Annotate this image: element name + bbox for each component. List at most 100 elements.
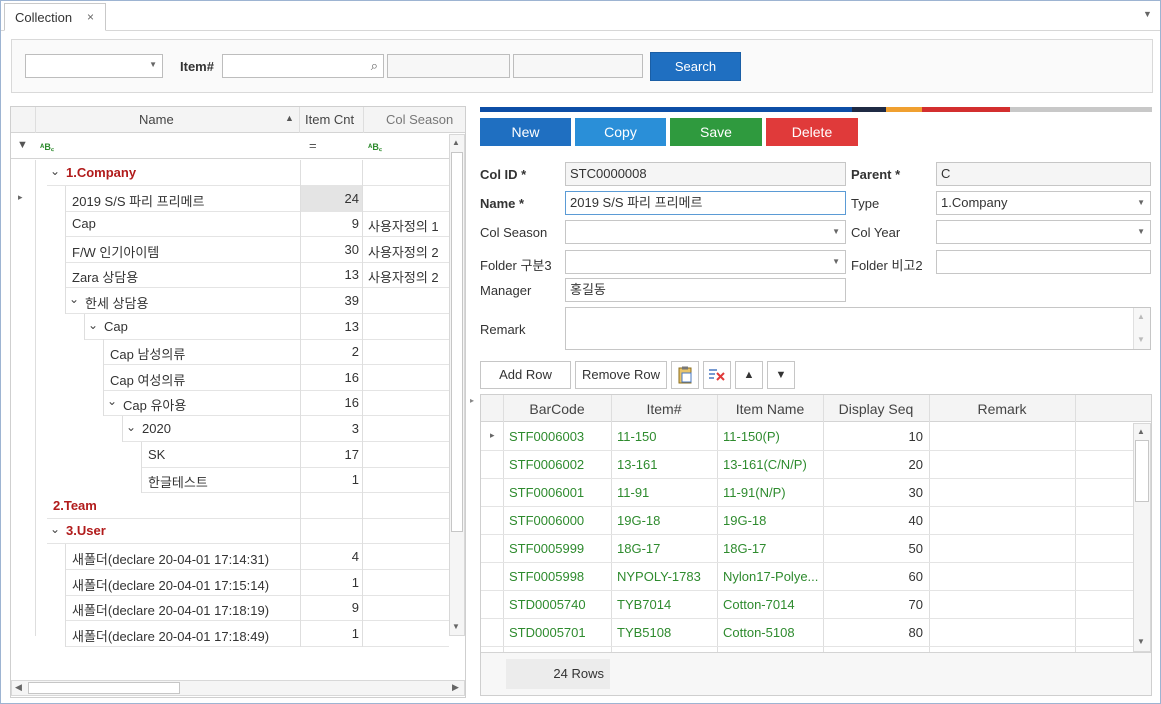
- tree-row-name[interactable]: 2020: [142, 421, 171, 436]
- detail-cell-seq[interactable]: 60: [823, 569, 923, 584]
- tree-vscroll-thumb[interactable]: [451, 152, 463, 532]
- tree-row[interactable]: F/W 인기아이템 30 사용자정의 2: [11, 237, 449, 263]
- tree-row-name[interactable]: Cap 남성의류: [110, 344, 185, 363]
- add-row-button[interactable]: Add Row: [480, 361, 571, 389]
- filter-equals-icon[interactable]: =: [309, 138, 317, 153]
- tree-row-cnt-cell[interactable]: [300, 160, 363, 186]
- close-icon[interactable]: ×: [87, 10, 94, 24]
- tree-row-cnt-cell[interactable]: [300, 518, 363, 544]
- tree-row-name[interactable]: 3.User: [66, 523, 106, 538]
- folder-note-field[interactable]: [936, 250, 1151, 274]
- expand-chevron-icon[interactable]: ⌄: [88, 318, 98, 332]
- tree-row-name[interactable]: SK: [148, 447, 165, 462]
- tree-row[interactable]: 새폴더(declare 20-04-01 17:18:49) 1: [11, 621, 449, 647]
- remark-field[interactable]: [565, 307, 1151, 350]
- detail-cell-seq[interactable]: 50: [823, 541, 923, 556]
- new-button[interactable]: New: [480, 118, 571, 146]
- detail-cell-barcode[interactable]: STF0005998: [509, 569, 584, 584]
- detail-cell-name[interactable]: Nylon17-Polye...: [723, 569, 818, 584]
- tree-col-name[interactable]: Name: [139, 112, 174, 127]
- tree-row-name[interactable]: Cap: [104, 319, 128, 334]
- detail-cell-barcode[interactable]: STF0006003: [509, 429, 584, 444]
- tree-row-name[interactable]: Cap: [72, 216, 96, 231]
- tree-row-name[interactable]: Zara 상담용: [72, 267, 138, 286]
- detail-cell-seq[interactable]: 70: [823, 597, 923, 612]
- tree-row[interactable]: ⌄ Cap 유아용 16: [11, 390, 449, 416]
- tree-row[interactable]: ▸ 2019 S/S 파리 프리메르 24: [11, 186, 449, 212]
- col-id-field[interactable]: STC0000008: [565, 162, 846, 186]
- tree-row-cnt-cell[interactable]: [300, 493, 363, 519]
- scroll-right-icon[interactable]: ▶: [452, 682, 459, 693]
- tree-row[interactable]: Cap 남성의류 2: [11, 339, 449, 365]
- scroll-up-icon[interactable]: ▲: [1137, 427, 1145, 436]
- detail-cell-barcode[interactable]: STF0005999: [509, 541, 584, 556]
- expand-chevron-icon[interactable]: ⌄: [50, 164, 60, 178]
- tab-collection[interactable]: Collection ×: [4, 3, 106, 31]
- search-button[interactable]: Search: [650, 52, 741, 81]
- item-search-input[interactable]: ⌕: [222, 54, 384, 78]
- tree-row[interactable]: ⌄ 한세 상담용 39: [11, 288, 449, 314]
- delete-rows-icon[interactable]: [703, 361, 731, 389]
- filter-abc-icon-2[interactable]: ᴬB꜀: [368, 140, 382, 153]
- expand-chevron-icon[interactable]: ⌄: [107, 394, 117, 408]
- tree-row-name[interactable]: F/W 인기아이템: [72, 242, 159, 261]
- tree-row[interactable]: Zara 상담용 13 사용자정의 2: [11, 262, 449, 288]
- detail-cell-barcode[interactable]: STF0006001: [509, 485, 584, 500]
- detail-vscroll-thumb[interactable]: [1135, 440, 1149, 502]
- detail-cell-item[interactable]: 13-161: [617, 457, 657, 472]
- scroll-up-icon[interactable]: ▲: [1137, 312, 1145, 321]
- filter-icon[interactable]: ▼: [17, 139, 28, 151]
- tree-row-name[interactable]: 새폴더(declare 20-04-01 17:15:14): [72, 575, 269, 594]
- tree-row[interactable]: ⌄ 3.User: [11, 518, 449, 544]
- manager-field[interactable]: 홍길동: [565, 278, 846, 302]
- col-year-select[interactable]: ▼: [936, 220, 1151, 244]
- detail-col-header[interactable]: BarCode: [503, 401, 611, 417]
- detail-cell-name[interactable]: 19G-18: [723, 513, 766, 528]
- detail-cell-seq[interactable]: 20: [823, 457, 923, 472]
- tree-row-name[interactable]: 새폴더(declare 20-04-01 17:18:49): [72, 626, 269, 645]
- detail-cell-name[interactable]: Cotton-7014: [723, 597, 795, 612]
- tree-row[interactable]: Cap 여성의류 16: [11, 365, 449, 391]
- expand-chevron-icon[interactable]: ⌄: [50, 522, 60, 536]
- search-field-3[interactable]: [513, 54, 643, 78]
- delete-button[interactable]: Delete: [766, 118, 858, 146]
- tree-hscroll-thumb[interactable]: [28, 682, 180, 694]
- detail-cell-barcode[interactable]: STF0006002: [509, 457, 584, 472]
- detail-cell-barcode[interactable]: STD0005701: [509, 625, 586, 640]
- scroll-up-icon[interactable]: ▲: [452, 138, 460, 147]
- detail-cell-item[interactable]: 19G-18: [617, 513, 660, 528]
- tree-row-name[interactable]: 새폴더(declare 20-04-01 17:18:19): [72, 600, 269, 619]
- tree-row[interactable]: ⌄ 2020 3: [11, 416, 449, 442]
- tree-row-name[interactable]: 2019 S/S 파리 프리메르: [72, 191, 204, 210]
- tree-row[interactable]: SK 17: [11, 442, 449, 468]
- detail-cell-item[interactable]: 11-150: [617, 429, 657, 444]
- tree-row[interactable]: 새폴더(declare 20-04-01 17:15:14) 1: [11, 570, 449, 596]
- detail-cell-name[interactable]: 11-91(N/P): [723, 485, 786, 500]
- copy-button[interactable]: Copy: [575, 118, 666, 146]
- detail-col-header[interactable]: Item#: [611, 401, 717, 417]
- detail-cell-name[interactable]: Cotton-5108: [723, 625, 795, 640]
- detail-cell-barcode[interactable]: STD0005740: [509, 597, 586, 612]
- detail-cell-item[interactable]: TYB5108: [617, 625, 671, 640]
- splitter-handle-icon[interactable]: ▸: [470, 396, 474, 405]
- detail-col-header[interactable]: Display Seq: [823, 401, 929, 417]
- tree-row[interactable]: ⌄ Cap 13: [11, 314, 449, 340]
- chevron-down-icon[interactable]: ▼: [1143, 9, 1152, 19]
- expand-chevron-icon[interactable]: ⌄: [69, 292, 79, 306]
- tree-row[interactable]: 한글테스트 1: [11, 467, 449, 493]
- detail-cell-seq[interactable]: 30: [823, 485, 923, 500]
- tree-row-name[interactable]: 한세 상담용: [85, 293, 148, 312]
- col-season-select[interactable]: ▼: [565, 220, 846, 244]
- detail-cell-name[interactable]: 18G-17: [723, 541, 766, 556]
- scroll-down-icon[interactable]: ▼: [1137, 637, 1145, 646]
- tree-row[interactable]: 2.Team: [11, 493, 449, 519]
- detail-cell-seq[interactable]: 40: [823, 513, 923, 528]
- tree-row-name[interactable]: Cap 여성의류: [110, 370, 185, 389]
- tree-row-name[interactable]: 새폴더(declare 20-04-01 17:14:31): [72, 549, 269, 568]
- detail-cell-item[interactable]: 11-91: [617, 485, 649, 500]
- scroll-down-icon[interactable]: ▼: [452, 622, 460, 631]
- folder-select[interactable]: ▼: [565, 250, 846, 274]
- detail-cell-barcode[interactable]: STF0006000: [509, 513, 584, 528]
- search-field-2[interactable]: [387, 54, 510, 78]
- scroll-left-icon[interactable]: ◀: [15, 682, 22, 693]
